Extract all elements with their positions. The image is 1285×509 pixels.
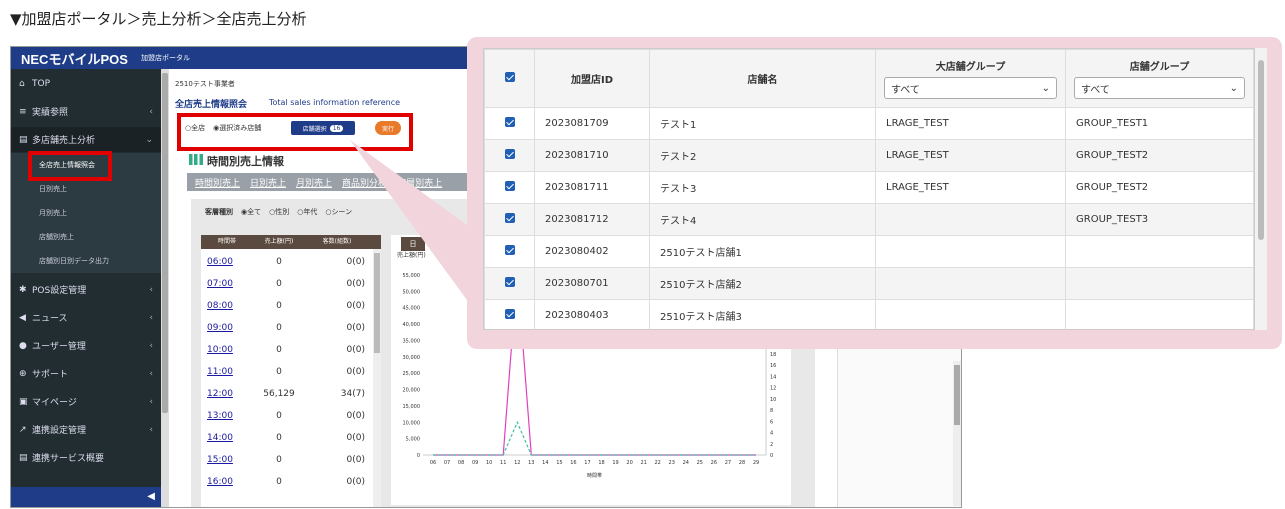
col-large-group: 大店舗グループ すべて ⌄ [875, 49, 1066, 108]
cell-large-group [875, 203, 1066, 236]
cell-name: 2510テスト店舗2 [649, 267, 876, 300]
cell-id: 2023080402 [534, 235, 650, 268]
table-row[interactable]: 2023081711 テスト3 LRAGE_TEST GROUP_TEST2 [484, 171, 1254, 204]
select-value: すべて [891, 84, 920, 96]
cell-id: 2023081711 [534, 171, 650, 204]
cell-group: GROUP_TEST1 [1065, 107, 1254, 140]
row-checkbox[interactable] [484, 171, 535, 204]
row-checkbox[interactable] [484, 203, 535, 236]
cell-group: GROUP_TEST3 [1065, 203, 1254, 236]
cell-name: 2510テスト店舗1 [649, 235, 876, 268]
table-row[interactable]: 2023081712 テスト4 GROUP_TEST3 [484, 203, 1254, 236]
cell-large-group [875, 299, 1066, 329]
col-group-label: 店舗グループ [1129, 62, 1190, 73]
chevron-down-icon: ⌄ [1041, 82, 1050, 94]
cell-group [1065, 267, 1254, 300]
cell-id: 2023080701 [534, 267, 650, 300]
large-group-select[interactable]: すべて ⌄ [884, 77, 1057, 99]
cell-id: 2023080403 [534, 299, 650, 329]
cell-large-group [875, 267, 1066, 300]
col-group: 店舗グループ すべて ⌄ [1065, 49, 1254, 108]
cell-name: テスト4 [649, 203, 876, 236]
cell-id: 2023081712 [534, 203, 650, 236]
table-row[interactable]: 2023080402 2510テスト店舗1 [484, 235, 1254, 268]
row-checkbox[interactable] [484, 139, 535, 172]
select-value: すべて [1081, 84, 1110, 96]
cell-name: テスト1 [649, 107, 876, 140]
cell-large-group: LRAGE_TEST [875, 171, 1066, 204]
row-checkbox[interactable] [484, 267, 535, 300]
cell-name: テスト2 [649, 139, 876, 172]
table-row[interactable]: 2023081709 テスト1 LRAGE_TEST GROUP_TEST1 [484, 107, 1254, 140]
cell-group: GROUP_TEST2 [1065, 139, 1254, 172]
row-checkbox[interactable] [484, 235, 535, 268]
cell-id: 2023081710 [534, 139, 650, 172]
group-select[interactable]: すべて ⌄ [1074, 77, 1245, 99]
cell-group [1065, 235, 1254, 268]
table-row[interactable]: 2023081710 テスト2 LRAGE_TEST GROUP_TEST2 [484, 139, 1254, 172]
callout-scrollbar[interactable] [1255, 48, 1267, 330]
row-checkbox[interactable] [484, 107, 535, 140]
cell-id: 2023081709 [534, 107, 650, 140]
col-store-name: 店舗名 [649, 49, 876, 108]
cell-name: テスト3 [649, 171, 876, 204]
chevron-down-icon: ⌄ [1229, 82, 1238, 94]
select-all-checkbox[interactable] [484, 49, 535, 108]
col-store-id: 加盟店ID [534, 49, 650, 108]
table-row[interactable]: 2023080701 2510テスト店舗2 [484, 267, 1254, 300]
cell-large-group: LRAGE_TEST [875, 107, 1066, 140]
table-row[interactable]: 2023080403 2510テスト店舗3 [484, 299, 1254, 329]
cell-name: 2510テスト店舗3 [649, 299, 876, 329]
cell-large-group [875, 235, 1066, 268]
row-checkbox[interactable] [484, 299, 535, 329]
cell-large-group: LRAGE_TEST [875, 139, 1066, 172]
col-large-group-label: 大店舗グループ [935, 62, 1006, 73]
cell-group [1065, 299, 1254, 329]
store-select-table: 加盟店ID 店舗名 大店舗グループ すべて ⌄ 店舗グループ すべて ⌄ 20230… [483, 48, 1255, 330]
cell-group: GROUP_TEST2 [1065, 171, 1254, 204]
